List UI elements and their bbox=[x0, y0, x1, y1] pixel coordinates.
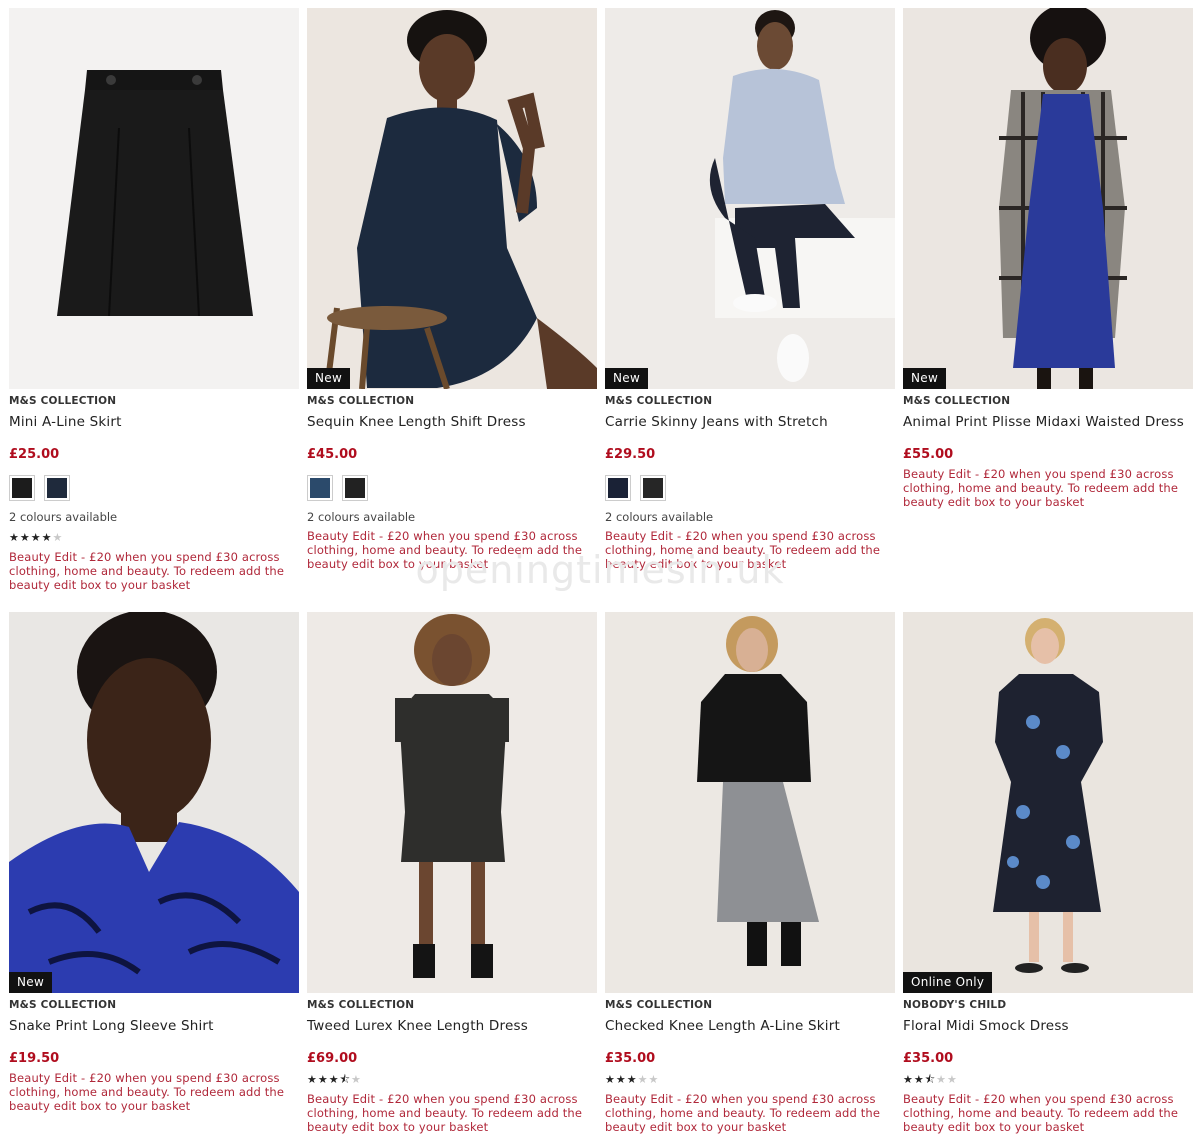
colours-available: 2 colours available bbox=[307, 510, 416, 524]
star-icon: ★ bbox=[52, 531, 64, 544]
product-name[interactable]: Mini A-Line Skirt bbox=[9, 414, 299, 432]
star-icon: ★ bbox=[637, 1073, 649, 1086]
promo-text: Beauty Edit - £20 when you spend £30 acr… bbox=[9, 550, 285, 592]
product-brand: M&S COLLECTION bbox=[605, 395, 713, 407]
product-price: £19.50 bbox=[9, 1051, 60, 1066]
colours-available: 2 colours available bbox=[9, 510, 118, 524]
promo-text: Beauty Edit - £20 when you spend £30 acr… bbox=[9, 1071, 285, 1113]
product-card[interactable]: New M&S COLLECTION Sequin Knee Length Sh… bbox=[307, 8, 597, 604]
product-price: £69.00 bbox=[307, 1051, 358, 1066]
badge: Online Only bbox=[903, 972, 993, 993]
colour-swatch[interactable] bbox=[44, 475, 70, 501]
midaxi-dress-photo bbox=[903, 8, 1193, 389]
star-icon: ★ bbox=[936, 1073, 948, 1086]
colour-swatch[interactable] bbox=[605, 475, 631, 501]
product-card[interactable]: New M&S COLLECTION Carrie Skinny Jeans w… bbox=[605, 8, 895, 604]
badge: New bbox=[903, 368, 947, 389]
star-icon: ★ bbox=[30, 531, 42, 544]
promo-text: Beauty Edit - £20 when you spend £30 acr… bbox=[307, 529, 583, 571]
product-brand: M&S COLLECTION bbox=[9, 999, 117, 1011]
product-card[interactable]: New M&S COLLECTION Animal Print Plisse M… bbox=[903, 8, 1193, 604]
product-name[interactable]: Snake Print Long Sleeve Shirt bbox=[9, 1018, 299, 1036]
product-image[interactable] bbox=[9, 8, 299, 389]
product-brand: M&S COLLECTION bbox=[307, 999, 415, 1011]
product-name[interactable]: Carrie Skinny Jeans with Stretch bbox=[605, 414, 895, 432]
star-icon: ★ bbox=[351, 1073, 362, 1086]
product-name[interactable]: Sequin Knee Length Shift Dress bbox=[307, 414, 597, 432]
star-rating: ★★★★★ bbox=[605, 1073, 895, 1087]
product-brand: M&S COLLECTION bbox=[9, 395, 117, 407]
star-icon: ★ bbox=[328, 1073, 340, 1086]
product-price: £35.00 bbox=[605, 1051, 656, 1066]
star-icon: ★ bbox=[913, 1073, 925, 1086]
product-card[interactable]: New M&S COLLECTION Snake Print Long Slee… bbox=[9, 612, 299, 1142]
product-price: £25.00 bbox=[9, 447, 60, 462]
product-brand: M&S COLLECTION bbox=[903, 395, 1011, 407]
product-grid: M&S COLLECTION Mini A-Line Skirt £25.00 … bbox=[9, 8, 1193, 1142]
product-name[interactable]: Animal Print Plisse Midaxi Waisted Dress bbox=[903, 414, 1193, 432]
product-price: £55.00 bbox=[903, 447, 954, 462]
star-icon: ★ bbox=[947, 1073, 958, 1086]
colour-swatch[interactable] bbox=[9, 475, 35, 501]
badge: New bbox=[307, 368, 351, 389]
star-rating: ★★⯪★★ bbox=[903, 1073, 1193, 1087]
product-image[interactable]: New bbox=[9, 612, 299, 993]
colour-swatches bbox=[9, 475, 299, 503]
star-icon: ★ bbox=[605, 1073, 616, 1086]
product-card[interactable]: M&S COLLECTION Mini A-Line Skirt £25.00 … bbox=[9, 8, 299, 604]
star-icon: ★ bbox=[41, 531, 53, 544]
colour-swatches bbox=[307, 475, 597, 503]
product-price: £29.50 bbox=[605, 447, 656, 462]
promo-text: Beauty Edit - £20 when you spend £30 acr… bbox=[605, 1092, 881, 1134]
colour-swatch[interactable] bbox=[307, 475, 333, 501]
product-image[interactable] bbox=[307, 612, 597, 993]
product-card[interactable]: M&S COLLECTION Checked Knee Length A-Lin… bbox=[605, 612, 895, 1142]
colour-swatch[interactable] bbox=[342, 475, 368, 501]
product-image[interactable]: New bbox=[903, 8, 1193, 389]
colours-available: 2 colours available bbox=[605, 510, 714, 524]
tweed-dress-photo bbox=[307, 612, 597, 993]
product-brand: M&S COLLECTION bbox=[307, 395, 415, 407]
promo-text: Beauty Edit - £20 when you spend £30 acr… bbox=[903, 467, 1179, 509]
badge: New bbox=[9, 972, 53, 993]
star-rating: ★★★★★ bbox=[9, 531, 299, 545]
skirt-photo bbox=[57, 70, 253, 317]
product-name[interactable]: Floral Midi Smock Dress bbox=[903, 1018, 1193, 1036]
product-brand: NOBODY'S CHILD bbox=[903, 999, 1007, 1011]
colour-swatch[interactable] bbox=[640, 475, 666, 501]
star-icon: ⯪ bbox=[924, 1073, 937, 1086]
floral-dress-photo bbox=[903, 612, 1193, 993]
product-name[interactable]: Checked Knee Length A-Line Skirt bbox=[605, 1018, 895, 1036]
snake-shirt-photo bbox=[9, 612, 299, 993]
checked-skirt-photo bbox=[605, 612, 895, 993]
product-price: £35.00 bbox=[903, 1051, 954, 1066]
star-icon: ★ bbox=[626, 1073, 638, 1086]
sequin-dress-photo bbox=[307, 8, 597, 389]
product-image[interactable] bbox=[605, 612, 895, 993]
star-icon: ★ bbox=[615, 1073, 627, 1086]
product-image[interactable]: New bbox=[307, 8, 597, 389]
star-icon: ★ bbox=[648, 1073, 660, 1086]
product-name[interactable]: Tweed Lurex Knee Length Dress bbox=[307, 1018, 597, 1036]
product-price: £45.00 bbox=[307, 447, 358, 462]
promo-text: Beauty Edit - £20 when you spend £30 acr… bbox=[605, 529, 881, 571]
star-icon: ★ bbox=[903, 1073, 914, 1086]
promo-text: Beauty Edit - £20 when you spend £30 acr… bbox=[307, 1092, 583, 1134]
promo-text: Beauty Edit - £20 when you spend £30 acr… bbox=[903, 1092, 1179, 1134]
product-card[interactable]: M&S COLLECTION Tweed Lurex Knee Length D… bbox=[307, 612, 597, 1142]
jeans-photo bbox=[605, 8, 895, 389]
product-brand: M&S COLLECTION bbox=[605, 999, 713, 1011]
star-icon: ★ bbox=[19, 531, 31, 544]
star-rating: ★★★⯪★ bbox=[307, 1073, 597, 1087]
colour-swatches bbox=[605, 475, 895, 503]
star-icon: ★ bbox=[9, 531, 20, 544]
star-icon: ★ bbox=[317, 1073, 329, 1086]
product-card[interactable]: Online Only NOBODY'S CHILD Floral Midi S… bbox=[903, 612, 1193, 1142]
badge: New bbox=[605, 368, 649, 389]
star-icon: ⯪ bbox=[339, 1073, 352, 1086]
product-image[interactable]: New bbox=[605, 8, 895, 389]
star-icon: ★ bbox=[307, 1073, 318, 1086]
product-image[interactable]: Online Only bbox=[903, 612, 1193, 993]
